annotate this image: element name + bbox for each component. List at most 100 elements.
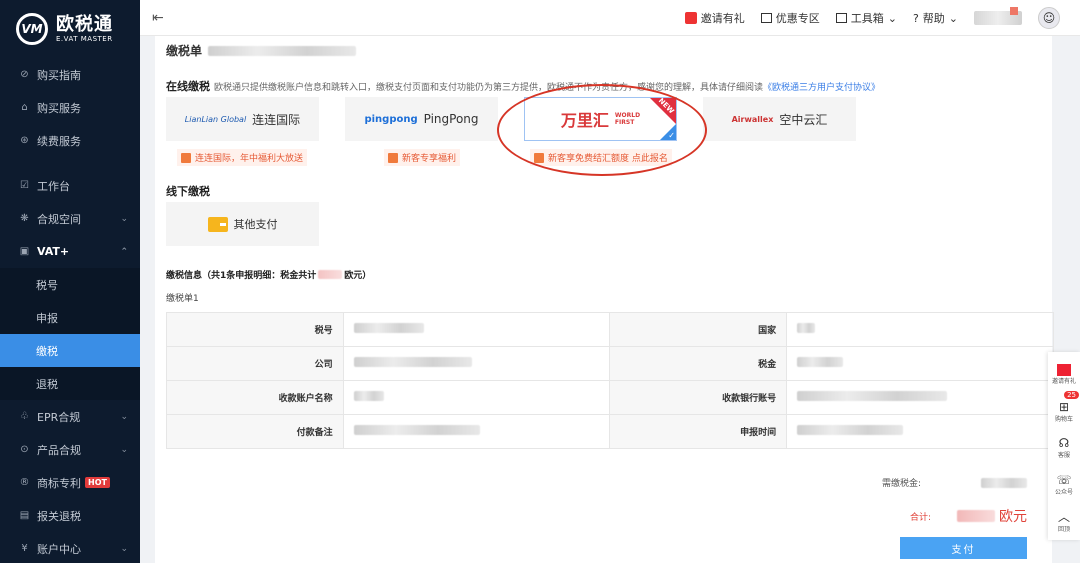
value-payee-account xyxy=(786,380,1054,415)
value-payee-name xyxy=(342,380,611,415)
tax-info-suffix: 欧元） xyxy=(344,271,372,281)
promo-pingpong[interactable]: 新客专享福利 xyxy=(384,149,461,166)
annotation-circle xyxy=(497,84,707,176)
label-country: 国家 xyxy=(609,312,788,347)
gift-icon xyxy=(181,152,191,163)
sidebar-item-guide[interactable]: ⊘ 购买指南 xyxy=(0,58,140,91)
help-label: 帮助 xyxy=(922,12,945,25)
wechat-icon: ☏ xyxy=(1056,473,1072,488)
sidebar-item-workbench[interactable]: ☑ 工作台 xyxy=(0,169,140,202)
promo-lianlian[interactable]: 连连国际，年中福利大放送 xyxy=(177,149,308,166)
sidebar-item-label: 购买指南 xyxy=(37,68,81,82)
tax-total-redacted xyxy=(318,270,343,279)
value-tax-number xyxy=(342,312,611,347)
sidebar-subitem-declare[interactable]: 申报 xyxy=(0,301,140,334)
sidebar-item-renew[interactable]: ⊛ 续费服务 xyxy=(0,124,140,157)
sidebar-item-label: 税号 xyxy=(36,278,58,292)
label-payment-note: 付款备注 xyxy=(166,414,344,449)
sidebar-item-label: 缴税 xyxy=(36,344,58,358)
discount-link[interactable]: 优惠专区 xyxy=(760,10,820,26)
sidebar-item-buy[interactable]: ⌂ 购买服务 xyxy=(0,91,140,124)
sidebar: VM 欧税通 E.VAT MASTER ⊘ 购买指南 ⌂ 购买服务 ⊛ 续费服务 ☑ 工… xyxy=(0,0,140,563)
sidebar-item-label: 续费服务 xyxy=(37,134,81,148)
payment-agreement-link[interactable]: 《欧税通三方用户支付协议》 xyxy=(763,83,880,93)
sidebar-item-trademark[interactable]: ® 商标专利 HOT xyxy=(0,466,140,499)
provider-card-airwallex[interactable]: Airwallex 空中云汇 xyxy=(703,97,856,141)
sidebar-item-label: VAT+ xyxy=(37,245,70,258)
sidebar-subitem-tax-number[interactable]: 税号 xyxy=(0,268,140,301)
cart-icon: ⊞ xyxy=(1058,399,1070,414)
leaf-icon: ♧ xyxy=(20,411,29,422)
shield-icon: ⊙ xyxy=(20,444,29,455)
total-row: 合计: 欧元 xyxy=(910,506,1027,526)
other-payment-label: 其他支付 xyxy=(233,218,278,231)
promo-text: 新客专享福利 xyxy=(402,154,457,164)
airwallex-logo: Airwallex xyxy=(731,114,774,124)
desk-icon: ☑ xyxy=(20,180,29,191)
float-back-top[interactable]: ︿ 回顶 xyxy=(1058,503,1070,540)
help-icon: ? xyxy=(912,11,919,25)
logo-mark: VM xyxy=(16,13,48,45)
offline-section-title: 线下缴税 xyxy=(166,185,210,198)
float-cart[interactable]: ⊞ 25 购物车 xyxy=(1054,390,1079,430)
brand-logo[interactable]: VM 欧税通 E.VAT MASTER xyxy=(0,0,140,58)
amount-due-row: 需缴税金: xyxy=(882,476,1027,489)
wallet-icon xyxy=(207,216,228,232)
brand-name: 欧税通 xyxy=(56,14,113,35)
float-cart-label: 购物车 xyxy=(1054,415,1073,423)
online-notice-text: 欧税通只提供缴税账户信息和跳转入口，缴税支付页面和支付功能仍为第三方提供，欧税通… xyxy=(214,83,764,93)
provider-name: 空中云汇 xyxy=(779,112,828,127)
other-payment-card[interactable]: 其他支付 xyxy=(166,202,319,246)
sidebar-item-label: 工作台 xyxy=(37,179,70,193)
sidebar-item-vat[interactable]: ▣ VAT+ ⌃ xyxy=(0,235,140,268)
briefcase-icon: ▣ xyxy=(19,246,30,257)
pay-button[interactable]: 支付 xyxy=(900,537,1027,559)
chevron-down-icon: ⌄ xyxy=(120,411,128,422)
sidebar-item-customs-refund[interactable]: ▤ 报关退税 xyxy=(0,499,140,532)
total-value-redacted xyxy=(957,510,995,522)
username-redacted[interactable] xyxy=(974,7,1022,25)
page-title: 缴税单 xyxy=(166,42,357,59)
label-company: 公司 xyxy=(166,346,344,381)
toolbox-menu[interactable]: 工具箱 ⌄ xyxy=(835,10,897,26)
toolbox-label: 工具箱 xyxy=(850,12,884,25)
avatar[interactable]: ☺ xyxy=(1038,7,1060,29)
invite-link[interactable]: 邀请有礼 xyxy=(684,10,745,26)
table-row: 付款备注 申报时间 xyxy=(166,414,1054,449)
bag-icon: ⌂ xyxy=(21,102,28,113)
sidebar-item-epr[interactable]: ♧ EPR合规 ⌄ xyxy=(0,400,140,433)
sidebar-item-product-compliance[interactable]: ⊙ 产品合规 ⌄ xyxy=(0,433,140,466)
amount-due-label: 需缴税金: xyxy=(881,479,921,489)
chevron-down-icon: ⌄ xyxy=(120,213,128,224)
sidebar-item-label: 申报 xyxy=(36,311,58,325)
top-bar: ⇤ 邀请有礼 优惠专区 工具箱 ⌄ ? 帮助 ⌄ ☺ xyxy=(140,0,1080,36)
bill-number-redacted xyxy=(208,45,357,56)
sidebar-item-account[interactable]: ¥ 账户中心 ⌄ xyxy=(0,532,140,563)
chevron-down-icon: ⌄ xyxy=(120,543,128,554)
bill-title-label: 缴税单 xyxy=(166,44,203,58)
float-invite[interactable]: 邀请有礼 xyxy=(1052,356,1076,393)
refresh-icon: ⊛ xyxy=(20,135,29,146)
tax-detail-table: 税号 国家 公司 税金 收款账户名称 收款银行账号 付款备注 申报时间 xyxy=(166,312,1054,449)
sidebar-subitem-refund[interactable]: 退税 xyxy=(0,367,140,400)
label-tax-number: 税号 xyxy=(166,312,344,347)
sidebar-item-label: 合规空间 xyxy=(37,212,81,226)
value-company xyxy=(342,346,611,381)
provider-card-lianlian[interactable]: LianLian Global 连连国际 xyxy=(166,97,319,141)
total-label: 合计: xyxy=(909,512,931,523)
float-wechat[interactable]: ☏ 公众号 xyxy=(1055,466,1073,503)
value-tax-amount xyxy=(786,346,1054,381)
discount-label: 优惠专区 xyxy=(775,12,820,25)
sidebar-item-compliance-space[interactable]: ❋ 合规空间 ⌄ xyxy=(0,202,140,235)
provider-card-pingpong[interactable]: pingpong PingPong xyxy=(345,97,498,141)
sidebar-subitem-pay-tax[interactable]: 缴税 xyxy=(0,334,140,367)
cart-count-badge: 25 xyxy=(1064,390,1079,399)
sidebar-nav: ⊘ 购买指南 ⌂ 购买服务 ⊛ 续费服务 ☑ 工作台 ❋ 合规空间 ⌄ ▣ VAT+ ⌃ 税号 … xyxy=(0,58,140,563)
sidebar-item-label: EPR合规 xyxy=(37,410,81,424)
menu-collapse-icon[interactable]: ⇤ xyxy=(152,10,164,26)
float-service[interactable]: ☊ 客服 xyxy=(1058,430,1070,467)
help-menu[interactable]: ? 帮助 ⌄ xyxy=(913,10,958,26)
main-content: 缴税单 在线缴税 欧税通只提供缴税账户信息和跳转入口，缴税支付页面和支付功能仍为第… xyxy=(155,36,1054,563)
gift-icon xyxy=(388,152,398,163)
value-country xyxy=(786,312,1054,347)
